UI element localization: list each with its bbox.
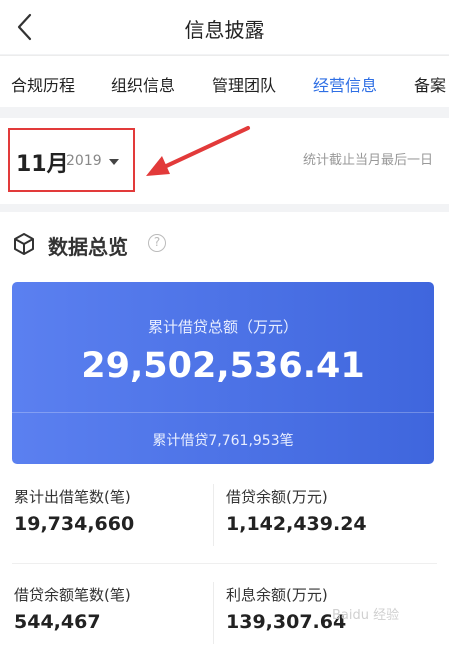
tab-operating-info[interactable]: 经营信息 xyxy=(313,72,377,96)
selected-month: 11月 xyxy=(16,152,69,177)
stat-label: 累计出借笔数(笔) xyxy=(14,488,131,506)
stat-label: 借贷余额(万元) xyxy=(226,488,328,506)
watermark: Baidu 经验 xyxy=(332,608,400,623)
total-loan-card: 累计借贷总额（万元） 29,502,536.41 累计借贷7,761,953笔 xyxy=(12,282,434,464)
tab-management-team[interactable]: 管理团队 xyxy=(212,72,276,96)
dropdown-caret-icon xyxy=(109,159,119,165)
data-overview-section: 数据总览 ? 累计借贷总额（万元） 29,502,536.41 累计借贷7,76… xyxy=(0,212,449,656)
annotation-arrow-icon xyxy=(146,126,250,176)
tab-bar: 合规历程 组织信息 管理团队 经营信息 备案 xyxy=(0,55,449,107)
cube-icon xyxy=(14,233,34,255)
stat-value: 1,142,439.24 xyxy=(226,513,367,535)
stat-label: 利息余额(万元) xyxy=(226,586,328,604)
total-loan-label: 累计借贷总额（万元） xyxy=(147,318,298,336)
selected-year: 2019 xyxy=(66,153,102,169)
page-title: 信息披露 xyxy=(184,18,265,42)
overview-title: 数据总览 xyxy=(48,235,128,259)
date-selector[interactable]: 11月 2019 xyxy=(8,128,135,192)
stat-loan-balance: 借贷余额(万元) 1,142,439.24 xyxy=(226,486,426,535)
app-header: 信息披露 xyxy=(0,0,449,54)
stat-value: 544,467 xyxy=(14,611,101,633)
card-divider xyxy=(12,412,434,413)
stat-value: 19,734,660 xyxy=(14,513,135,535)
statistics-cutoff-note: 统计截止当月最后一日 xyxy=(302,153,433,168)
help-icon[interactable]: ? xyxy=(148,234,166,252)
row-divider xyxy=(12,563,437,564)
stat-cumulative-lending-count: 累计出借笔数(笔) 19,734,660 xyxy=(14,486,214,535)
date-filter-bar: 11月 2019 统计截止当月最后一日 xyxy=(0,118,449,204)
total-loan-count: 累计借贷7,761,953笔 xyxy=(152,433,294,449)
tab-filing[interactable]: 备案 xyxy=(414,72,446,96)
stat-loan-balance-count: 借贷余额笔数(笔) 544,467 xyxy=(14,584,214,633)
tab-organization-info[interactable]: 组织信息 xyxy=(111,72,175,96)
column-divider xyxy=(213,484,214,546)
stat-label: 借贷余额笔数(笔) xyxy=(14,586,131,604)
tab-compliance-history[interactable]: 合规历程 xyxy=(11,72,75,96)
total-loan-value: 29,502,536.41 xyxy=(81,346,365,386)
column-divider xyxy=(213,582,214,644)
